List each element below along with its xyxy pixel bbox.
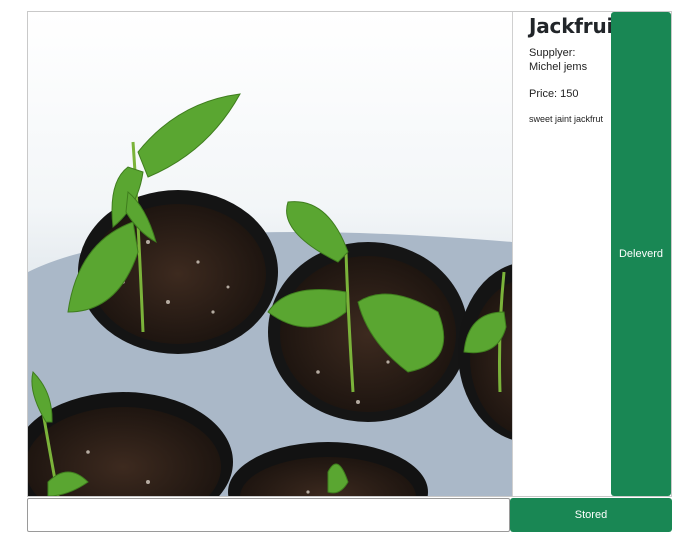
product-title: Jackfruit: [529, 14, 611, 38]
product-description: sweet jaint jackfrut: [529, 114, 604, 124]
product-supplier: Supplyer: Michel jems: [529, 47, 588, 73]
delivered-button[interactable]: Deleverd: [611, 12, 671, 496]
jackfruit-seedlings-illustration: [28, 12, 512, 496]
product-image: [28, 12, 512, 496]
product-price: Price: 150: [529, 88, 579, 100]
stored-button[interactable]: Stored: [510, 498, 672, 532]
product-info-panel: Jackfruit Supplyer: Michel jems Price: 1…: [512, 12, 611, 496]
quantity-input[interactable]: [27, 498, 510, 532]
